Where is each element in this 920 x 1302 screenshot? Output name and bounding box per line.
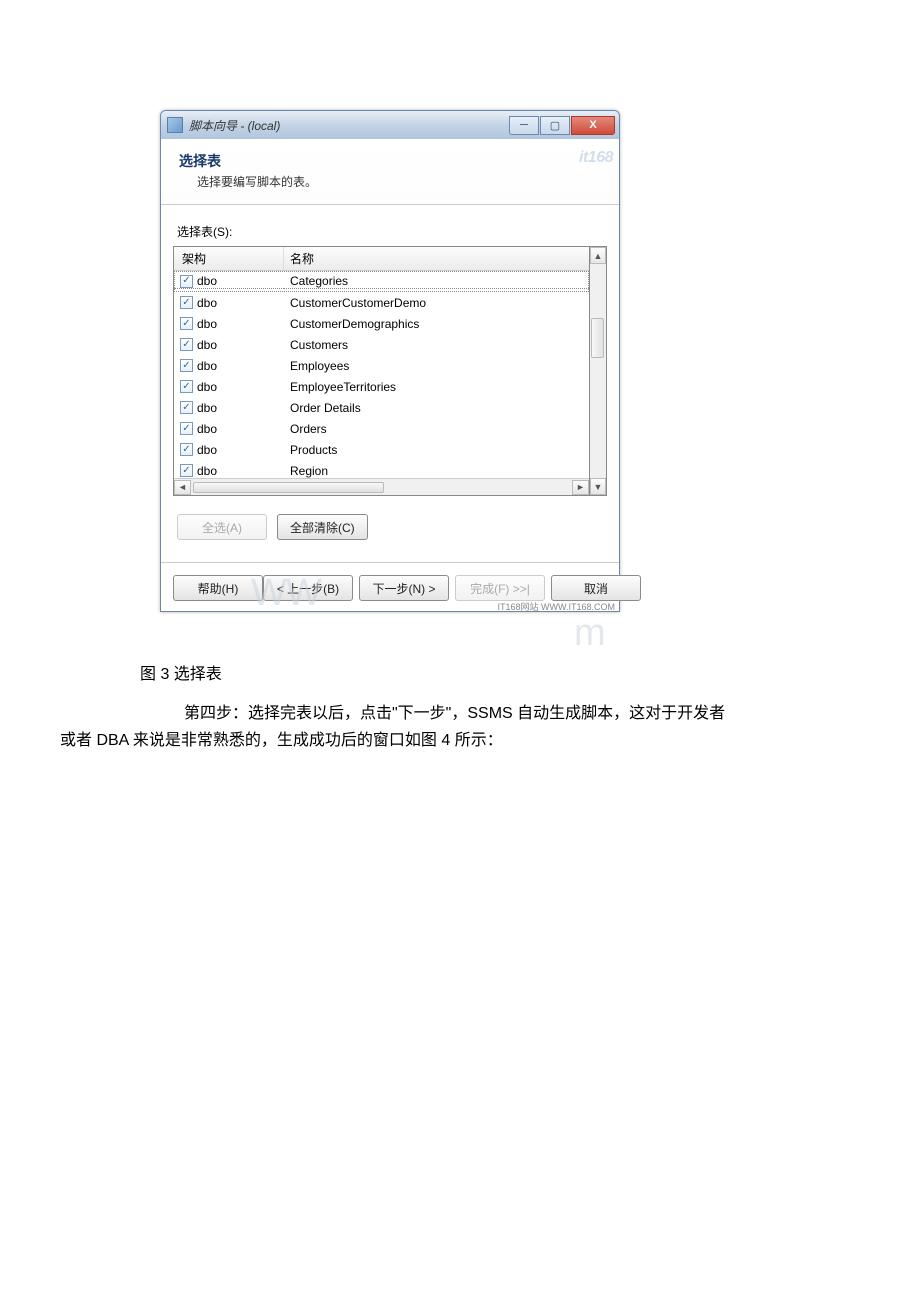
checkbox-icon[interactable]: ✓: [180, 422, 193, 435]
cell-schema-text: dbo: [197, 317, 217, 331]
wizard-subtitle: 选择要编写脚本的表。: [197, 173, 601, 190]
select-all-button[interactable]: 全选(A): [177, 514, 267, 540]
table-row[interactable]: ✓ dbo Products: [174, 439, 589, 460]
wizard-footer: WW 帮助(H) < 上一步(B) 下一步(N) > 完成(F) >>| 取消 …: [161, 563, 619, 611]
paragraph-line-1: 第四步：选择完表以后，点击"下一步"，SSMS 自动生成脚本，这对于开发者: [184, 705, 725, 722]
checkbox-icon[interactable]: ✓: [180, 296, 193, 309]
minimize-button[interactable]: ─: [509, 116, 539, 135]
window-body: 选择表 选择要编写脚本的表。 it168 选择表(S): 架构 名称 ✓ dbo C…: [161, 139, 619, 611]
scroll-left-button[interactable]: ◄: [174, 480, 191, 495]
app-icon: [167, 117, 183, 133]
cell-name-text: CustomerDemographics: [284, 317, 589, 331]
cell-schema-text: dbo: [197, 443, 217, 457]
footer-nav-buttons: < 上一步(B) 下一步(N) > 完成(F) >>| 取消: [263, 575, 641, 601]
table-header: 架构 名称: [174, 247, 589, 271]
scroll-thumb-h[interactable]: [193, 482, 384, 493]
figure-caption: 图 3 选择表: [140, 660, 860, 684]
table-row[interactable]: ✓ dbo Customers: [174, 334, 589, 355]
cell-name-text: Products: [284, 443, 589, 457]
table-row[interactable]: ✓ dbo Orders: [174, 418, 589, 439]
wizard-content: 选择表(S): 架构 名称 ✓ dbo Categories ✓ dbo Customer…: [161, 205, 619, 548]
maximize-button[interactable]: ▢: [540, 116, 570, 135]
scroll-thumb-v[interactable]: [591, 318, 604, 358]
finish-button[interactable]: 完成(F) >>|: [455, 575, 545, 601]
checkbox-icon[interactable]: ✓: [180, 359, 193, 372]
table-row[interactable]: ✓ dbo Employees: [174, 355, 589, 376]
checkbox-icon[interactable]: ✓: [180, 380, 193, 393]
wizard-header: 选择表 选择要编写脚本的表。 it168: [161, 139, 619, 205]
checkbox-icon[interactable]: ✓: [180, 401, 193, 414]
tables-list: 架构 名称 ✓ dbo Categories ✓ dbo CustomerCustomer…: [173, 246, 590, 496]
checkbox-icon[interactable]: ✓: [180, 275, 193, 288]
select-tables-label: 选择表(S):: [173, 223, 607, 240]
back-button[interactable]: < 上一步(B): [263, 575, 353, 601]
cancel-button[interactable]: 取消: [551, 575, 641, 601]
table-row[interactable]: ✓ dbo Order Details: [174, 397, 589, 418]
table-rows: ✓ dbo Categories ✓ dbo CustomerCustomerDemo ✓ d…: [174, 271, 589, 478]
checkbox-icon[interactable]: ✓: [180, 443, 193, 456]
scroll-track-v[interactable]: [590, 264, 606, 478]
cell-schema-text: dbo: [197, 422, 217, 436]
table-outer: 架构 名称 ✓ dbo Categories ✓ dbo CustomerCustomer…: [173, 246, 607, 496]
cell-schema-text: dbo: [197, 296, 217, 310]
wizard-window: 脚本向导 - (local) ─ ▢ X 选择表 选择要编写脚本的表。 it16…: [160, 110, 620, 612]
cell-name-text: Orders: [284, 422, 589, 436]
table-row[interactable]: ✓ dbo EmployeeTerritories: [174, 376, 589, 397]
table-row[interactable]: ✓ dbo Region: [174, 460, 589, 478]
horizontal-scrollbar[interactable]: ◄ ►: [174, 478, 589, 495]
cell-name-text: Employees: [284, 359, 589, 373]
cell-name-text: Customers: [284, 338, 589, 352]
watermark-header: it168: [579, 149, 613, 167]
cell-schema-text: dbo: [197, 401, 217, 415]
checkbox-icon[interactable]: ✓: [180, 464, 193, 477]
help-button[interactable]: 帮助(H): [173, 575, 263, 601]
cell-name-text: Categories: [284, 274, 589, 289]
scroll-track-h[interactable]: [191, 480, 572, 495]
article-paragraph: 第四步：选择完表以后，点击"下一步"，SSMS 自动生成脚本，这对于开发者 或者…: [60, 700, 860, 754]
wizard-title: 选择表: [179, 151, 601, 171]
window-title: 脚本向导 - (local): [189, 117, 280, 134]
cell-name-text: CustomerCustomerDemo: [284, 296, 589, 310]
cell-name-text: Order Details: [284, 401, 589, 415]
footer-credit: IT168网站 WWW.IT168.COM: [497, 600, 615, 613]
cell-schema-text: dbo: [197, 274, 217, 288]
table-row[interactable]: ✓ dbo Categories: [174, 271, 589, 292]
paragraph-line-2: 或者 DBA 来说是非常熟悉的，生成成功后的窗口如图 4 所示：: [60, 732, 503, 749]
cell-schema-text: dbo: [197, 380, 217, 394]
checkbox-icon[interactable]: ✓: [180, 317, 193, 330]
scroll-down-button[interactable]: ▼: [590, 478, 606, 495]
cell-schema-text: dbo: [197, 359, 217, 373]
scroll-right-button[interactable]: ►: [572, 480, 589, 495]
next-button[interactable]: 下一步(N) >: [359, 575, 449, 601]
cell-schema-text: dbo: [197, 464, 217, 478]
checkbox-icon[interactable]: ✓: [180, 338, 193, 351]
close-button[interactable]: X: [571, 116, 615, 135]
scroll-up-button[interactable]: ▲: [590, 247, 606, 264]
table-row[interactable]: ✓ dbo CustomerDemographics: [174, 313, 589, 334]
window-controls: ─ ▢ X: [509, 116, 615, 135]
column-header-schema[interactable]: 架构: [174, 247, 284, 270]
table-row[interactable]: ✓ dbo CustomerCustomerDemo: [174, 292, 589, 313]
column-header-name[interactable]: 名称: [284, 247, 589, 270]
vertical-scrollbar[interactable]: ▲ ▼: [590, 246, 607, 496]
cell-schema-text: dbo: [197, 338, 217, 352]
watermark-ext: m: [574, 612, 605, 655]
selection-buttons: 全选(A) 全部清除(C): [173, 514, 607, 540]
clear-all-button[interactable]: 全部清除(C): [277, 514, 368, 540]
cell-name-text: Region: [284, 464, 589, 478]
cell-name-text: EmployeeTerritories: [284, 380, 589, 394]
titlebar[interactable]: 脚本向导 - (local) ─ ▢ X: [161, 111, 619, 139]
